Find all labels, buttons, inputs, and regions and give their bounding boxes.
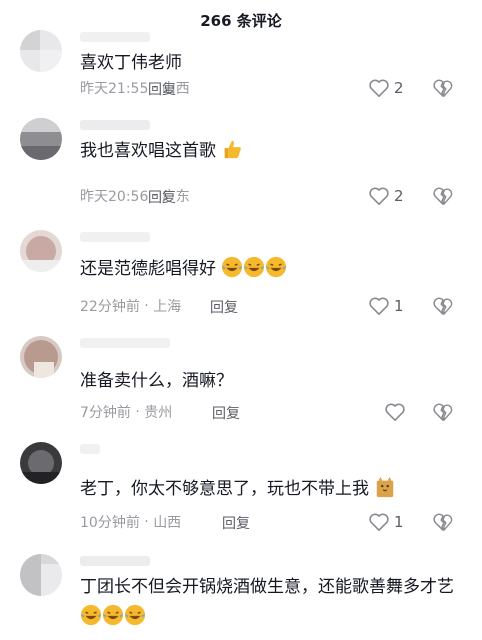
laughing-tears-emoji — [124, 604, 146, 626]
avatar[interactable] — [20, 230, 62, 272]
comment-time: 10分钟前 — [80, 515, 140, 531]
laughing-tears-emoji — [80, 604, 102, 626]
username-blurred[interactable] — [80, 444, 100, 454]
comment-location: 上海 — [153, 299, 182, 315]
comment-item: 丁团长不但会开锅烧酒做生意，还能歌善舞多才艺 — [0, 554, 482, 640]
comment-text: 老丁，你太不够意思了，玩也不带上我 — [80, 474, 460, 504]
avatar[interactable] — [20, 30, 62, 72]
username-blurred[interactable] — [80, 556, 150, 566]
comment-item: 准备卖什么，酒嘛？ 7分钟前 · 贵州 回复 — [0, 336, 482, 428]
comment-item: 老丁，你太不够意思了，玩也不带上我 10分钟前 · 山西 回复 1 — [0, 442, 482, 542]
like-button[interactable]: 2 — [368, 78, 404, 98]
username-blurred[interactable] — [80, 338, 170, 348]
like-count: 1 — [394, 297, 404, 315]
avatar[interactable] — [20, 442, 62, 484]
comment-time: 昨天21:55 — [80, 81, 149, 97]
comment-meta: 7分钟前 · 贵州 — [80, 404, 173, 421]
broken-heart-icon[interactable] — [432, 512, 454, 532]
cat-emoji — [377, 476, 394, 498]
like-button[interactable]: 2 — [368, 186, 404, 206]
username-blurred[interactable] — [80, 32, 150, 42]
comment-text: 准备卖什么，酒嘛？ — [80, 371, 233, 391]
laughing-tears-emoji — [266, 256, 287, 278]
heart-outline-icon — [369, 513, 389, 531]
like-button[interactable]: 1 — [368, 512, 404, 532]
avatar[interactable] — [20, 554, 62, 596]
broken-heart-icon[interactable] — [432, 78, 454, 98]
reply-button[interactable]: 回复 — [210, 297, 238, 317]
reply-button[interactable]: 回复 — [148, 79, 176, 99]
comment-item: 还是范德彪唱得好 22分钟前 · 上海 回复 1 — [0, 230, 482, 322]
broken-heart-icon[interactable] — [432, 402, 454, 422]
reply-button[interactable]: 回复 — [148, 187, 176, 207]
like-button[interactable] — [384, 402, 410, 422]
like-count: 2 — [394, 187, 404, 205]
comment-location: 贵州 — [144, 405, 173, 421]
heart-outline-icon — [385, 403, 405, 421]
comment-text: 丁团长不但会开锅烧酒做生意，还能歌善舞多才艺 — [80, 572, 460, 632]
comment-location: 山西 — [153, 515, 182, 531]
like-count: 1 — [394, 513, 404, 531]
reply-button[interactable]: 回复 — [222, 513, 250, 533]
comment-item: 我也喜欢唱这首歌 昨天20:56 · 广东 回复 2 — [0, 118, 482, 214]
reply-button[interactable]: 回复 — [212, 403, 240, 423]
heart-outline-icon — [369, 297, 389, 315]
broken-heart-icon[interactable] — [432, 186, 454, 206]
comment-count-title: 266 条评论 — [200, 11, 282, 30]
comment-text: 我也喜欢唱这首歌 — [80, 136, 450, 166]
comment-item: 喜欢丁伟老师 昨天21:55 · 山西 回复 2 — [0, 30, 482, 100]
like-button[interactable]: 1 — [368, 296, 404, 316]
laughing-tears-emoji — [222, 256, 243, 278]
comment-text: 喜欢丁伟老师 — [80, 53, 182, 73]
thumbs-up-emoji — [225, 140, 242, 159]
broken-heart-icon[interactable] — [432, 296, 454, 316]
heart-outline-icon — [369, 79, 389, 97]
comment-meta: 10分钟前 · 山西 — [80, 514, 182, 531]
comment-text: 还是范德彪唱得好 — [80, 254, 450, 284]
heart-outline-icon — [369, 187, 389, 205]
avatar[interactable] — [20, 336, 62, 378]
username-blurred[interactable] — [80, 120, 150, 130]
like-count: 2 — [394, 79, 404, 97]
avatar[interactable] — [20, 118, 62, 160]
comment-meta: 22分钟前 · 上海 — [80, 298, 182, 315]
laughing-tears-emoji — [244, 256, 265, 278]
comment-time: 22分钟前 — [80, 299, 140, 315]
username-blurred[interactable] — [80, 232, 150, 242]
comment-time: 昨天20:56 — [80, 189, 149, 205]
laughing-tears-emoji — [102, 604, 124, 626]
comment-time: 7分钟前 — [80, 405, 131, 421]
